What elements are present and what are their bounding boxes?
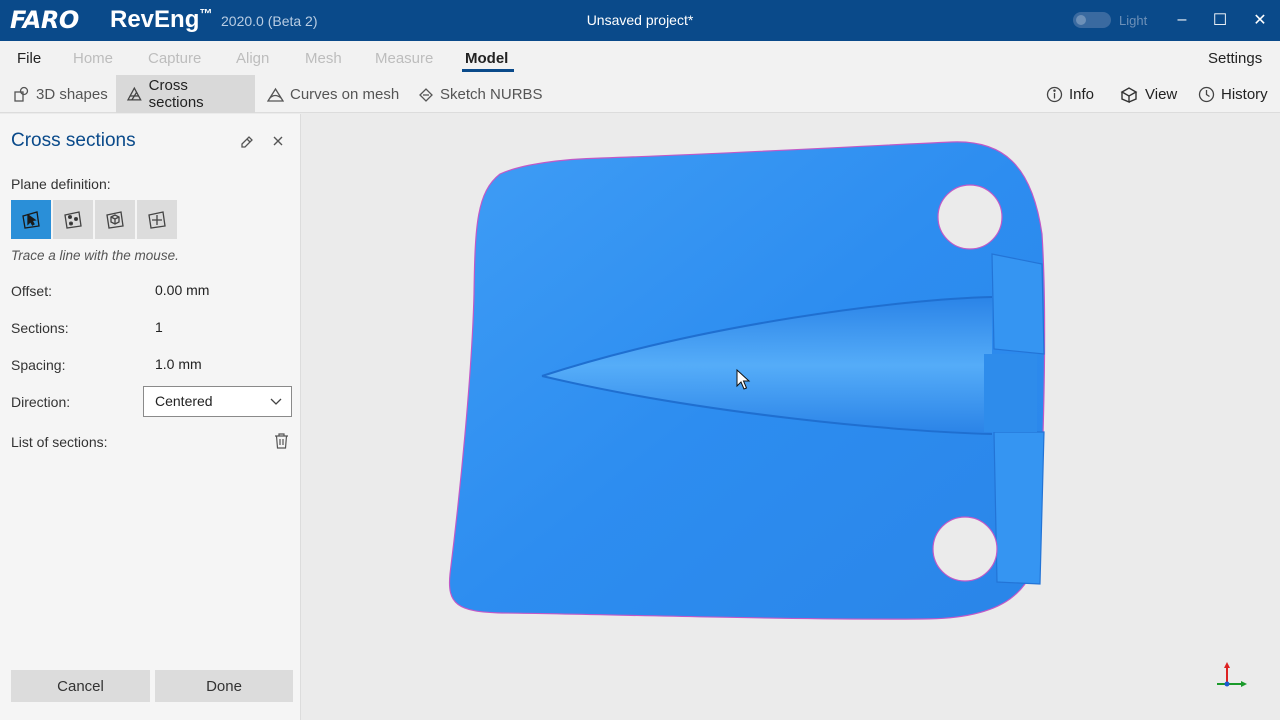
tool-sketch-nurbs[interactable]: Sketch NURBS xyxy=(407,75,553,113)
offset-value[interactable]: 0.00 mm xyxy=(155,282,209,298)
menu-model[interactable]: Model xyxy=(465,50,508,67)
hint-text: Trace a line with the mouse. xyxy=(11,248,179,263)
tool-label: Curves on mesh xyxy=(290,85,400,103)
view-icon xyxy=(1120,87,1138,103)
tool-label: Sketch NURBS xyxy=(440,85,543,103)
theme-label: Light xyxy=(1119,13,1148,28)
trace-line-icon xyxy=(22,210,40,229)
sections-value[interactable]: 1 xyxy=(155,319,163,335)
cross-sections-panel: Cross sections Plane definition: Trace a… xyxy=(0,114,301,720)
three-points-icon xyxy=(64,210,82,229)
chevron-down-icon xyxy=(270,398,282,405)
sections-label: Sections: xyxy=(11,320,69,336)
direction-value: Centered xyxy=(155,393,213,409)
offset-label: Offset: xyxy=(11,283,52,299)
axis-triad-icon xyxy=(1217,662,1247,687)
active-menu-indicator xyxy=(462,69,514,72)
tool-cross-sections[interactable]: Cross sections xyxy=(116,75,255,113)
close-panel-icon[interactable] xyxy=(267,130,289,152)
tool-label: Cross sections xyxy=(148,77,204,111)
menu-mesh[interactable]: Mesh xyxy=(305,50,342,67)
plane-from-box-icon xyxy=(106,210,124,229)
menu-capture[interactable]: Capture xyxy=(148,50,201,67)
tool-label: View xyxy=(1145,85,1178,103)
plane-custom-button[interactable] xyxy=(137,200,177,239)
tool-label: History xyxy=(1221,85,1268,103)
plane-from-box-button[interactable] xyxy=(95,200,135,239)
direction-label: Direction: xyxy=(11,394,71,410)
list-of-sections-label: List of sections: xyxy=(11,434,108,450)
cross-sections-icon xyxy=(126,86,142,101)
theme-toggle[interactable] xyxy=(1073,12,1111,28)
mounting-hole-bottom xyxy=(932,516,998,582)
done-button[interactable]: Done xyxy=(155,670,293,702)
menu-home[interactable]: Home xyxy=(73,50,113,67)
mounting-hole-top xyxy=(937,184,1003,250)
direction-select[interactable]: Centered xyxy=(143,386,292,417)
tool-info[interactable]: Info xyxy=(1036,75,1104,113)
plane-definition-label: Plane definition: xyxy=(11,176,111,192)
tool-curves-on-mesh[interactable]: Curves on mesh xyxy=(257,75,409,113)
tool-history[interactable]: History xyxy=(1188,75,1278,113)
maximize-button[interactable]: ☐ xyxy=(1205,6,1235,34)
tool-bar: 3D shapes Cross sections Curves on mesh … xyxy=(0,75,1280,113)
title-bar: FARO RevEng™ 2020.0 (Beta 2) Unsaved pro… xyxy=(0,0,1280,41)
three-points-button[interactable] xyxy=(53,200,93,239)
menu-measure[interactable]: Measure xyxy=(375,50,433,67)
plane-definition-buttons xyxy=(11,200,177,239)
spacing-value[interactable]: 1.0 mm xyxy=(155,356,202,372)
tool-3d-shapes[interactable]: 3D shapes xyxy=(3,75,118,113)
curves-on-mesh-icon xyxy=(267,87,284,102)
settings-menu[interactable]: Settings xyxy=(1208,50,1262,67)
trace-line-button[interactable] xyxy=(11,200,51,239)
eraser-icon[interactable] xyxy=(236,130,258,152)
info-icon xyxy=(1046,86,1063,102)
sketch-nurbs-icon xyxy=(419,87,433,102)
tool-label: Info xyxy=(1069,85,1095,103)
tool-label: 3D shapes xyxy=(36,85,108,103)
trash-icon[interactable] xyxy=(273,432,290,455)
menu-align[interactable]: Align xyxy=(236,50,269,67)
close-button[interactable]: ✕ xyxy=(1245,6,1275,34)
tool-view[interactable]: View xyxy=(1109,75,1187,113)
minimize-button[interactable]: – xyxy=(1167,6,1197,34)
cancel-button[interactable]: Cancel xyxy=(11,670,150,702)
history-icon xyxy=(1198,86,1215,102)
spacing-label: Spacing: xyxy=(11,357,66,373)
menu-file[interactable]: File xyxy=(17,50,41,67)
menu-bar: File Home Capture Align Mesh Measure Mod… xyxy=(0,41,1280,75)
plane-custom-icon xyxy=(148,210,166,229)
3d-shapes-icon xyxy=(14,86,29,102)
3d-viewport[interactable] xyxy=(302,114,1280,720)
panel-title: Cross sections xyxy=(11,130,136,151)
